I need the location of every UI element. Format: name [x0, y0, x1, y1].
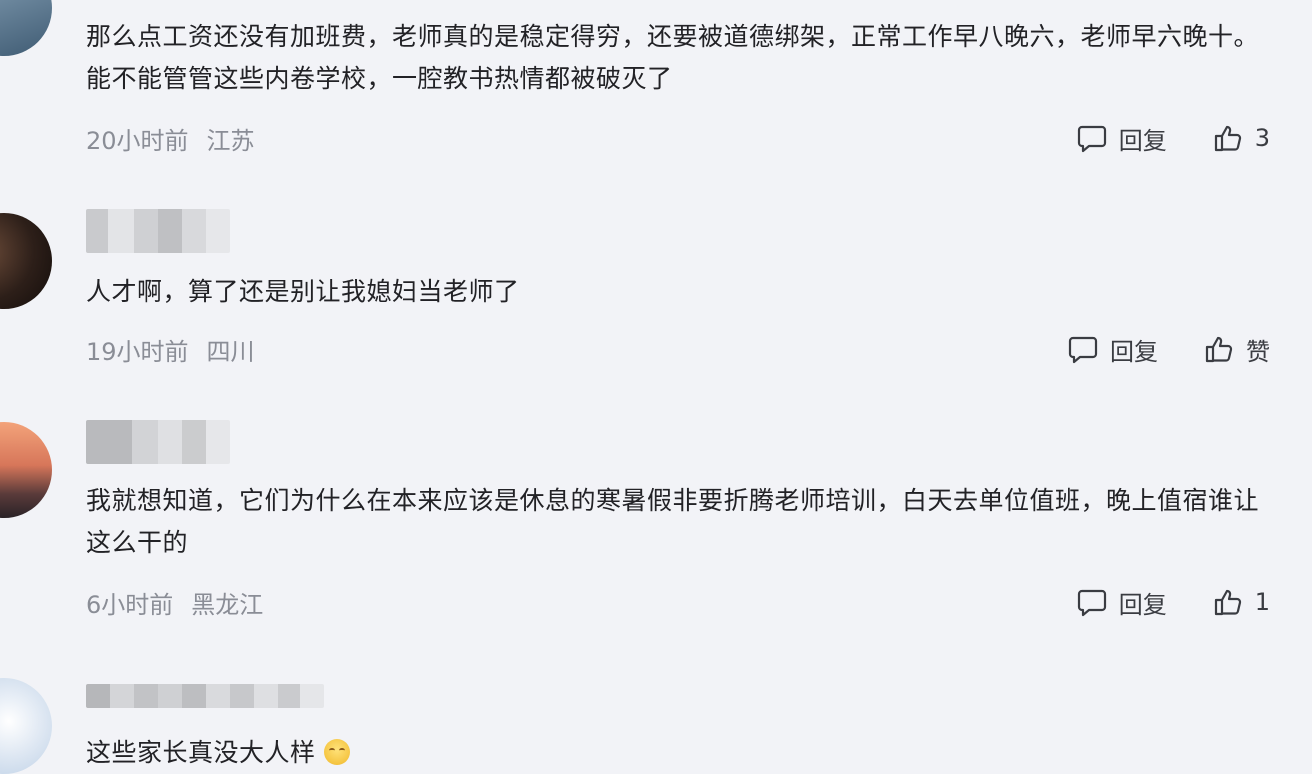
reply-label: 回复: [1118, 126, 1167, 155]
avatar[interactable]: [0, 422, 52, 518]
username-blurred[interactable]: [86, 684, 324, 708]
smirk-emoji: [323, 739, 350, 765]
comment-location: 黑龙江: [191, 590, 264, 619]
thumbs-up-icon: [1213, 123, 1243, 153]
comment-location: 四川: [206, 337, 255, 366]
avatar[interactable]: [0, 678, 52, 774]
comment-meta: 6小时前 黑龙江: [86, 584, 263, 620]
comment-actions: 回复 1: [1077, 584, 1270, 620]
reply-label: 回复: [1110, 337, 1158, 366]
comment-text: 人才啊，算了还是别让我媳妇当老师了: [86, 277, 520, 306]
comment-location: 江苏: [206, 126, 255, 155]
like-button[interactable]: 3: [1213, 123, 1270, 153]
comment-text: 这些家长真没大人样: [86, 732, 1282, 774]
like-count: 3: [1254, 124, 1270, 152]
thumbs-up-icon: [1213, 587, 1243, 617]
comment-meta: 20小时前 江苏: [86, 120, 255, 156]
comment-text: 我就想知道，它们为什么在本来应该是休息的寒暑假非要折腾老师培训，白天去单位值班，…: [86, 486, 1260, 557]
speech-bubble-icon: [1077, 123, 1107, 153]
like-count: 1: [1254, 588, 1270, 616]
reply-button[interactable]: 回复: [1077, 585, 1167, 620]
comment-time: 6小时前: [86, 590, 174, 619]
comment-meta: 19小时前 四川: [86, 331, 255, 367]
username-blurred[interactable]: [86, 209, 230, 253]
like-button[interactable]: 赞: [1204, 332, 1270, 367]
like-button[interactable]: 1: [1213, 587, 1270, 617]
comment-actions: 回复 3: [1077, 120, 1270, 156]
like-label: 赞: [1246, 337, 1270, 366]
reply-button[interactable]: 回复: [1068, 332, 1158, 367]
comment-text: 那么点工资还没有加班费，老师真的是稳定得穷，还要被道德绑架，正常工作早八晚六，老…: [86, 22, 1260, 93]
comment-time: 19小时前: [86, 337, 189, 366]
avatar[interactable]: [0, 213, 52, 309]
comment-text-content: 这些家长真没大人样: [86, 738, 316, 767]
comment-time: 20小时前: [86, 126, 189, 155]
speech-bubble-icon: [1077, 587, 1107, 617]
reply-button[interactable]: 回复: [1077, 121, 1167, 156]
username-blurred[interactable]: [86, 420, 230, 464]
speech-bubble-icon: [1068, 334, 1098, 364]
comment-actions: 回复 赞: [1068, 331, 1270, 367]
thumbs-up-icon: [1204, 334, 1234, 364]
avatar[interactable]: [0, 0, 52, 56]
reply-label: 回复: [1118, 590, 1167, 619]
